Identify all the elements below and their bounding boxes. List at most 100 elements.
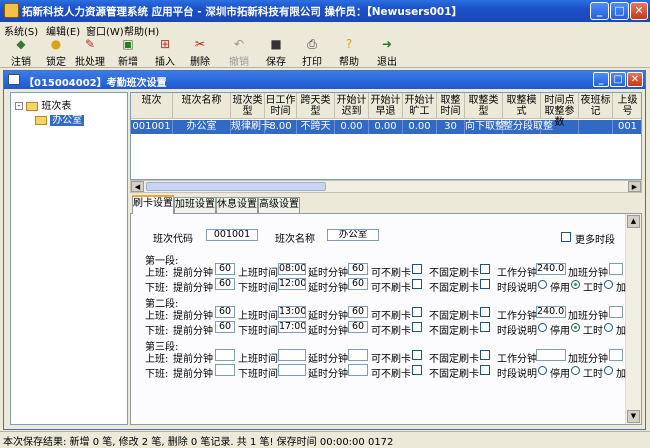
toolbar-button-10[interactable]: ➜ 退出 [370,38,404,69]
not-fixed-checkbox[interactable] [480,350,490,360]
off-time-input[interactable] [278,364,306,376]
disable-radio[interactable] [538,280,547,289]
tab-rest-settings[interactable]: 休息设置 [216,197,258,213]
toolbar-button-6[interactable]: ↶ 撤销 [222,38,256,69]
table-cell[interactable] [541,120,579,134]
disable-radio[interactable] [538,366,547,375]
no-punch-checkbox[interactable] [412,307,422,317]
table-cell[interactable]: 0.00 [369,120,403,134]
table-cell[interactable]: 整分段取整 [503,120,553,134]
no-punch-checkbox[interactable] [412,322,422,332]
table-cell[interactable]: 8.00 [265,120,297,134]
scroll-up-icon[interactable]: ▲ [627,215,640,228]
toolbar-button-8[interactable]: ⎙ 打印 [295,38,329,69]
advance-minutes-input[interactable]: 60 [215,278,235,290]
toolbar-button-3[interactable]: ▣ 新增 [111,38,145,69]
no-punch-checkbox[interactable] [412,264,422,274]
scroll-thumb[interactable] [146,182,326,191]
table-cell[interactable]: 不跨天 [297,120,335,134]
more-periods-checkbox[interactable] [561,232,571,242]
overtime-minutes-input[interactable] [609,306,623,318]
no-punch-checkbox[interactable] [412,279,422,289]
toolbar-button-7[interactable]: ■ 保存 [259,38,293,69]
column-header[interactable]: 跨天类型 [297,93,335,119]
table-cell[interactable]: 向下取整 [465,120,505,134]
no-punch-checkbox[interactable] [412,365,422,375]
disable-radio[interactable] [538,323,547,332]
toolbar-button-2[interactable]: ✎ 批处理 [73,38,107,69]
table-cell[interactable]: 001001 [131,120,173,134]
advance-minutes-input[interactable]: 60 [215,306,235,318]
overtime-minutes-input[interactable] [609,349,623,361]
column-header[interactable]: 班次 [131,93,173,119]
column-header[interactable]: 开始计早退 [369,93,403,119]
toolbar-button-1[interactable]: ● 锁定 [39,38,73,69]
column-header[interactable]: 时间点取整参数 [541,93,579,128]
not-fixed-checkbox[interactable] [480,264,490,274]
table-cell[interactable]: 001 [613,120,641,134]
column-header[interactable]: 班次名称 [173,93,231,119]
advance-minutes-input[interactable]: 60 [215,263,235,275]
on-time-input[interactable] [278,349,306,361]
on-time-input[interactable]: 13:00 [278,306,306,318]
column-header[interactable]: 日工作时间 [265,93,297,119]
column-header[interactable]: 班次类型 [231,93,265,119]
off-time-input[interactable]: 17:00 [278,321,306,333]
scroll-right-icon[interactable]: ▶ [628,181,641,192]
tree-node-office[interactable]: 办公室 [35,111,85,126]
table-cell[interactable]: 30 [437,120,465,134]
work-minutes-input[interactable]: 240.00 [536,306,566,318]
delay-minutes-input[interactable]: 60 [348,321,368,333]
table-cell[interactable]: 办公室 [173,120,231,134]
column-header[interactable]: 取整模式 [503,93,541,119]
minimize-button[interactable]: _ [590,2,609,20]
scroll-down-icon[interactable]: ▼ [627,410,640,423]
scroll-left-icon[interactable]: ◀ [131,181,144,192]
delay-minutes-input[interactable]: 60 [348,278,368,290]
toolbar-button-0[interactable]: ◆ 注销 [4,38,38,69]
toolbar-button-4[interactable]: ⊞ 插入 [148,38,182,69]
toolbar-button-9[interactable]: ? 帮助 [332,38,366,69]
delay-minutes-input[interactable] [348,349,368,361]
maximize-button[interactable]: □ [610,2,629,20]
delay-minutes-input[interactable]: 60 [348,306,368,318]
overtime-radio[interactable] [604,366,613,375]
on-time-input[interactable]: 08:00 [278,263,306,275]
column-header[interactable]: 取整时间 [437,93,465,119]
overtime-minutes-input[interactable] [609,263,623,275]
not-fixed-checkbox[interactable] [480,307,490,317]
child-minimize-button[interactable]: _ [593,72,609,87]
not-fixed-checkbox[interactable] [480,279,490,289]
off-time-input[interactable]: 12:00 [278,278,306,290]
child-maximize-button[interactable]: □ [610,72,626,87]
name-input[interactable]: 办公室 [327,229,379,241]
column-header[interactable]: 开始计旷工 [403,93,437,119]
advance-minutes-input[interactable]: 60 [215,321,235,333]
vertical-scrollbar[interactable]: ▲ ▼ [625,214,641,424]
code-input[interactable]: 001001 [206,229,258,241]
horizontal-scrollbar[interactable]: ◀ ▶ [130,180,642,193]
table-cell[interactable]: 0.00 [403,120,437,134]
work-hours-radio[interactable] [571,323,580,332]
not-fixed-checkbox[interactable] [480,322,490,332]
delay-minutes-input[interactable] [348,364,368,376]
no-punch-checkbox[interactable] [412,350,422,360]
overtime-radio[interactable] [604,323,613,332]
tree-node-root[interactable]: - 班次表 [15,97,71,112]
column-header[interactable]: 夜班标记 [579,93,613,119]
overtime-radio[interactable] [604,280,613,289]
column-header[interactable]: 取整类型 [465,93,503,119]
column-header[interactable]: 上级号 [613,93,641,119]
not-fixed-checkbox[interactable] [480,365,490,375]
delay-minutes-input[interactable]: 60 [348,263,368,275]
tab-advanced-settings[interactable]: 高级设置 [258,197,300,213]
toolbar-button-5[interactable]: ✂ 删除 [183,38,217,69]
work-minutes-input[interactable]: 240.00 [536,263,566,275]
child-close-button[interactable]: ✕ [627,72,643,87]
tab-punch-settings[interactable]: 刷卡设置 [132,195,174,214]
collapse-icon[interactable]: - [15,102,23,110]
work-hours-radio[interactable] [571,366,580,375]
work-hours-radio[interactable] [571,280,580,289]
advance-minutes-input[interactable] [215,364,235,376]
work-minutes-input[interactable] [536,349,566,361]
